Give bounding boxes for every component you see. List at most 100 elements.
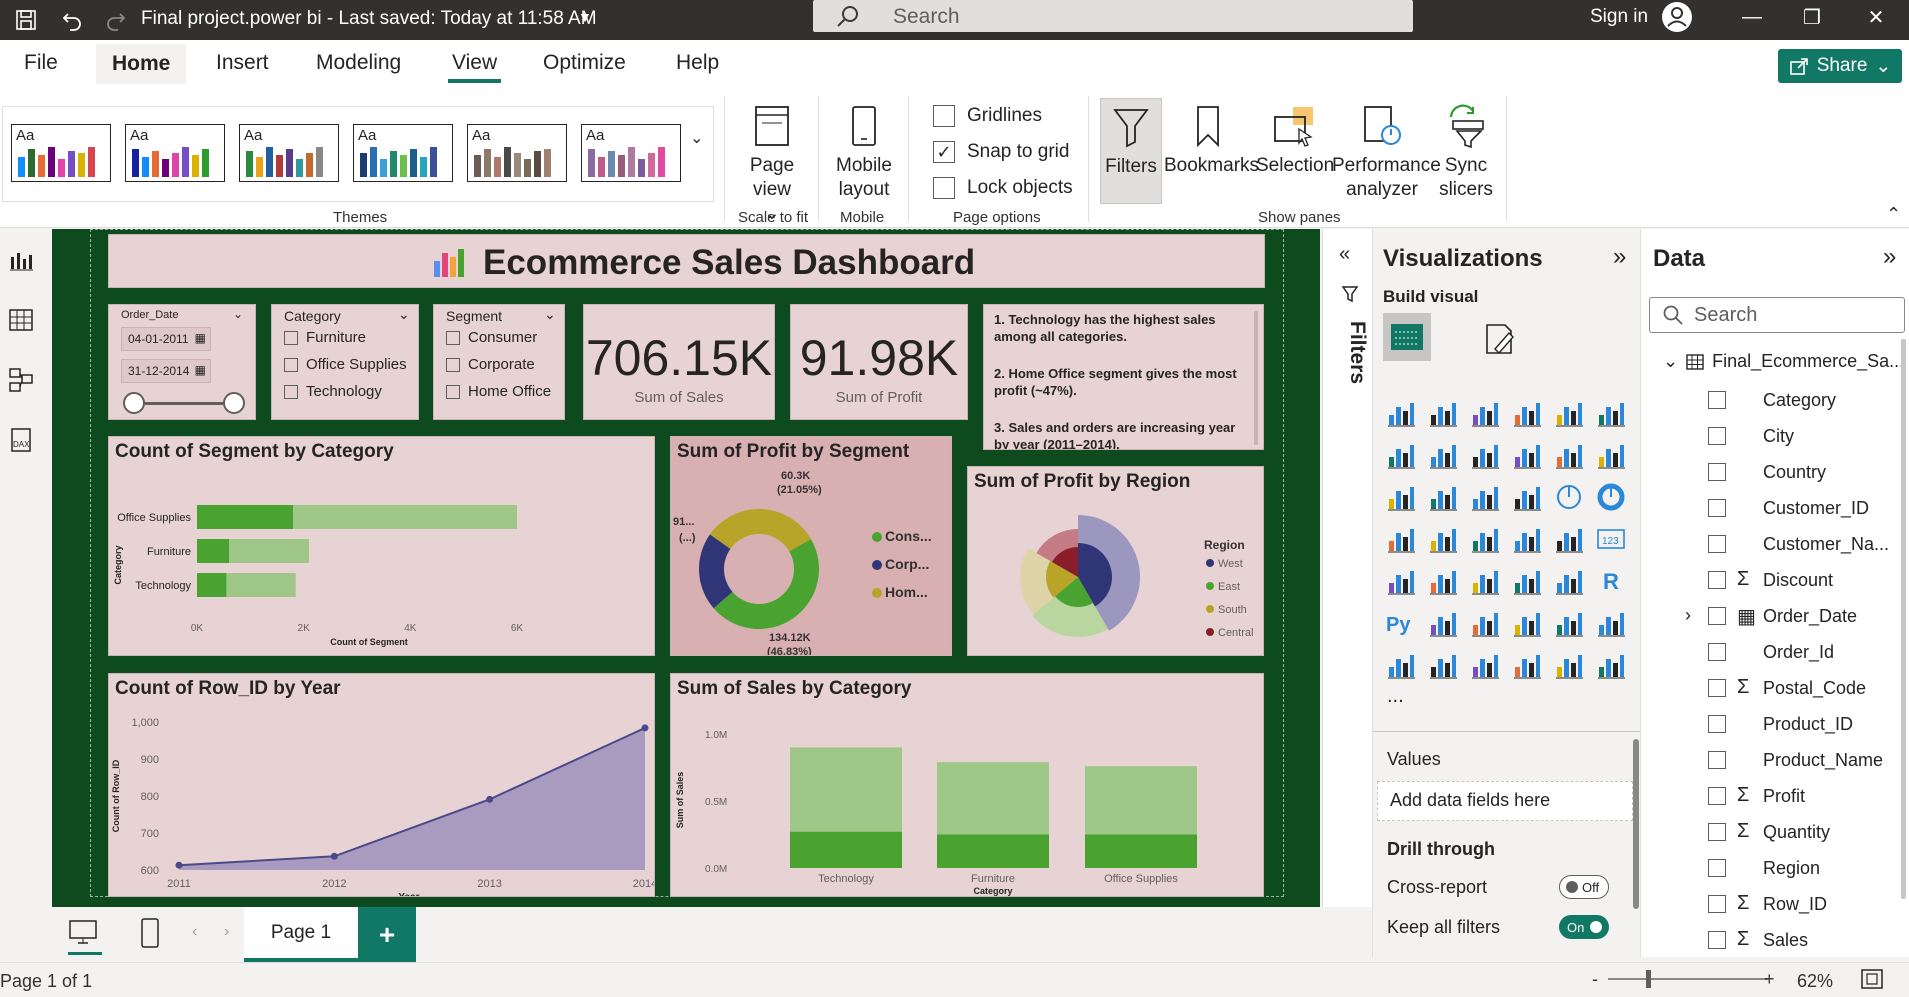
segment-by-category-chart[interactable]: Count of Segment by Category Office Supp… <box>108 436 655 656</box>
multi-row-card-visual-icon[interactable] <box>1385 565 1417 597</box>
field-checkbox[interactable] <box>1708 895 1726 913</box>
field-checkbox[interactable] <box>1708 499 1726 517</box>
values-drop-field[interactable]: Add data fields here <box>1377 781 1633 821</box>
field-sales[interactable]: Σ Sales <box>1641 927 1909 957</box>
field-checkbox[interactable] <box>1708 931 1726 949</box>
more-visual-visual-icon[interactable] <box>1595 649 1627 681</box>
paginated-visual-icon[interactable] <box>1385 649 1417 681</box>
collapse-ribbon-icon[interactable]: ⌃ <box>1886 204 1901 225</box>
segment-option-corporate[interactable]: Corporate <box>446 356 535 373</box>
share-button[interactable]: Share ⌄ <box>1778 49 1902 83</box>
theme-option-5[interactable]: Aa <box>467 124 567 182</box>
100-column-visual-icon[interactable] <box>1595 397 1627 429</box>
tab-file[interactable]: File <box>20 51 62 75</box>
category-option-office-supplies[interactable]: Office Supplies <box>284 356 407 373</box>
themes-more-icon[interactable]: ⌄ <box>690 128 703 148</box>
field-checkbox[interactable] <box>1708 823 1726 841</box>
tab-optimize[interactable]: Optimize <box>539 51 630 75</box>
tab-home[interactable]: Home <box>96 44 187 84</box>
chevron-left-icon[interactable]: ‹ <box>192 923 197 941</box>
mobile-layout-button[interactable]: Mobile layout <box>828 98 900 202</box>
date-range-start-handle[interactable] <box>123 392 145 414</box>
fit-to-page-icon[interactable] <box>1860 968 1884 995</box>
r-visual-visual-icon[interactable]: R <box>1595 565 1627 597</box>
start-date-input[interactable]: 04-01-2011 ▦ <box>121 327 211 351</box>
power-apps-visual-icon[interactable] <box>1511 649 1543 681</box>
field-product-name[interactable]: Product_Name <box>1641 747 1909 777</box>
row-id-by-year-chart[interactable]: Count of Row_ID by Year 1,000 900 800 700 60… <box>108 673 655 897</box>
desktop-layout-icon[interactable] <box>68 919 102 955</box>
filters-pane-button[interactable]: Filters <box>1100 98 1162 204</box>
card-new-visual-icon[interactable] <box>1427 649 1459 681</box>
waterfall-visual-icon[interactable] <box>1427 481 1459 513</box>
snap-to-grid-checkbox[interactable]: ✓ Snap to grid <box>933 141 1069 163</box>
save-icon[interactable] <box>6 0 46 40</box>
azure-map-visual-icon[interactable] <box>1511 523 1543 555</box>
date-range-end-handle[interactable] <box>223 392 245 414</box>
field-checkbox[interactable] <box>1708 391 1726 409</box>
field-customer-na-[interactable]: Customer_Na... <box>1641 531 1909 561</box>
donut-visual-icon[interactable] <box>1595 481 1627 513</box>
expand-filters-icon[interactable]: « <box>1339 243 1350 266</box>
build-visual-tab-icon[interactable] <box>1383 313 1431 361</box>
field-checkbox[interactable] <box>1708 751 1726 769</box>
avatar[interactable] <box>1662 2 1692 32</box>
field-order-id[interactable]: Order_Id <box>1641 639 1909 669</box>
clustered-bar-visual-icon[interactable] <box>1469 397 1501 429</box>
mobile-layout-icon[interactable] <box>140 917 160 954</box>
tab-modeling[interactable]: Modeling <box>312 51 405 75</box>
sales-by-category-chart[interactable]: Sum of Sales by Category Technology Furni… <box>670 673 1264 897</box>
cross-report-toggle[interactable]: Off <box>1559 875 1609 899</box>
slicer-visual-icon[interactable] <box>1469 565 1501 597</box>
model-view-icon[interactable] <box>8 367 34 393</box>
keep-filters-toggle[interactable]: On <box>1559 915 1609 939</box>
field-category[interactable]: Category <box>1641 387 1909 417</box>
field-checkbox[interactable] <box>1708 787 1726 805</box>
insights-scrollbar[interactable] <box>1254 311 1258 445</box>
more-visuals-icon[interactable]: ... <box>1387 685 1404 708</box>
line-column-visual-icon[interactable] <box>1553 439 1585 471</box>
page-tab-1[interactable]: Page 1 <box>244 907 358 962</box>
field-row-id[interactable]: Σ Row_ID <box>1641 891 1909 921</box>
collapse-pane-icon[interactable]: » <box>1883 243 1896 271</box>
100-bar-visual-icon[interactable] <box>1553 397 1585 429</box>
format-visual-tab-icon[interactable] <box>1481 321 1517 362</box>
clustered-column-visual-icon[interactable] <box>1511 397 1543 429</box>
field-checkbox[interactable] <box>1708 535 1726 553</box>
ribbon-visual-icon[interactable] <box>1385 481 1417 513</box>
field-city[interactable]: City <box>1641 423 1909 453</box>
filters-pane-collapsed[interactable]: « Filters <box>1322 229 1372 907</box>
qa-visual-icon[interactable] <box>1511 607 1543 639</box>
table-visual-icon[interactable] <box>1511 565 1543 597</box>
field-region[interactable]: Region <box>1641 855 1909 885</box>
pie-visual-icon[interactable] <box>1553 481 1585 513</box>
redo-icon[interactable] <box>96 0 136 40</box>
line-visual-icon[interactable] <box>1385 439 1417 471</box>
theme-option-2[interactable]: Aa <box>125 124 225 182</box>
table-view-icon[interactable] <box>8 307 34 333</box>
report-view-icon[interactable] <box>8 247 34 273</box>
chevron-down-icon[interactable]: ⌄ <box>544 306 556 323</box>
theme-option-1[interactable]: Aa <box>11 124 111 182</box>
python-visual-visual-icon[interactable]: Py <box>1385 607 1417 639</box>
100-area-visual-icon[interactable] <box>1511 439 1543 471</box>
field-checkbox[interactable] <box>1708 715 1726 733</box>
date-slicer[interactable]: Order_Date ⌄ 04-01-2011 ▦ 31-12-2014 ▦ <box>108 304 256 420</box>
funnel-visual-icon[interactable] <box>1469 481 1501 513</box>
profit-by-segment-chart[interactable]: Sum of Profit by Segment 60.3K (21.05%) 91… <box>670 436 952 656</box>
kpi-visual-icon[interactable] <box>1427 565 1459 597</box>
data-search-input[interactable]: Search <box>1649 297 1905 333</box>
scatter-visual-icon[interactable] <box>1511 481 1543 513</box>
gauge-visual-icon[interactable] <box>1553 523 1585 555</box>
field-postal-code[interactable]: Σ Postal_Code <box>1641 675 1909 705</box>
field-checkbox[interactable] <box>1708 643 1726 661</box>
map-visual-icon[interactable] <box>1427 523 1459 555</box>
profit-by-region-chart[interactable]: Sum of Profit by Region Region West East So… <box>967 466 1264 656</box>
segment-slicer[interactable]: Segment ⌄ Consumer Corporate Home Office <box>433 304 565 420</box>
sign-in-link[interactable]: Sign in <box>1590 6 1648 28</box>
theme-option-3[interactable]: Aa <box>239 124 339 182</box>
field-checkbox[interactable] <box>1708 607 1726 625</box>
dashboard-title-card[interactable]: Ecommerce Sales Dashboard <box>108 234 1265 288</box>
kpi-profit-card[interactable]: 91.98K Sum of Profit <box>790 304 968 420</box>
field-quantity[interactable]: Σ Quantity <box>1641 819 1909 849</box>
